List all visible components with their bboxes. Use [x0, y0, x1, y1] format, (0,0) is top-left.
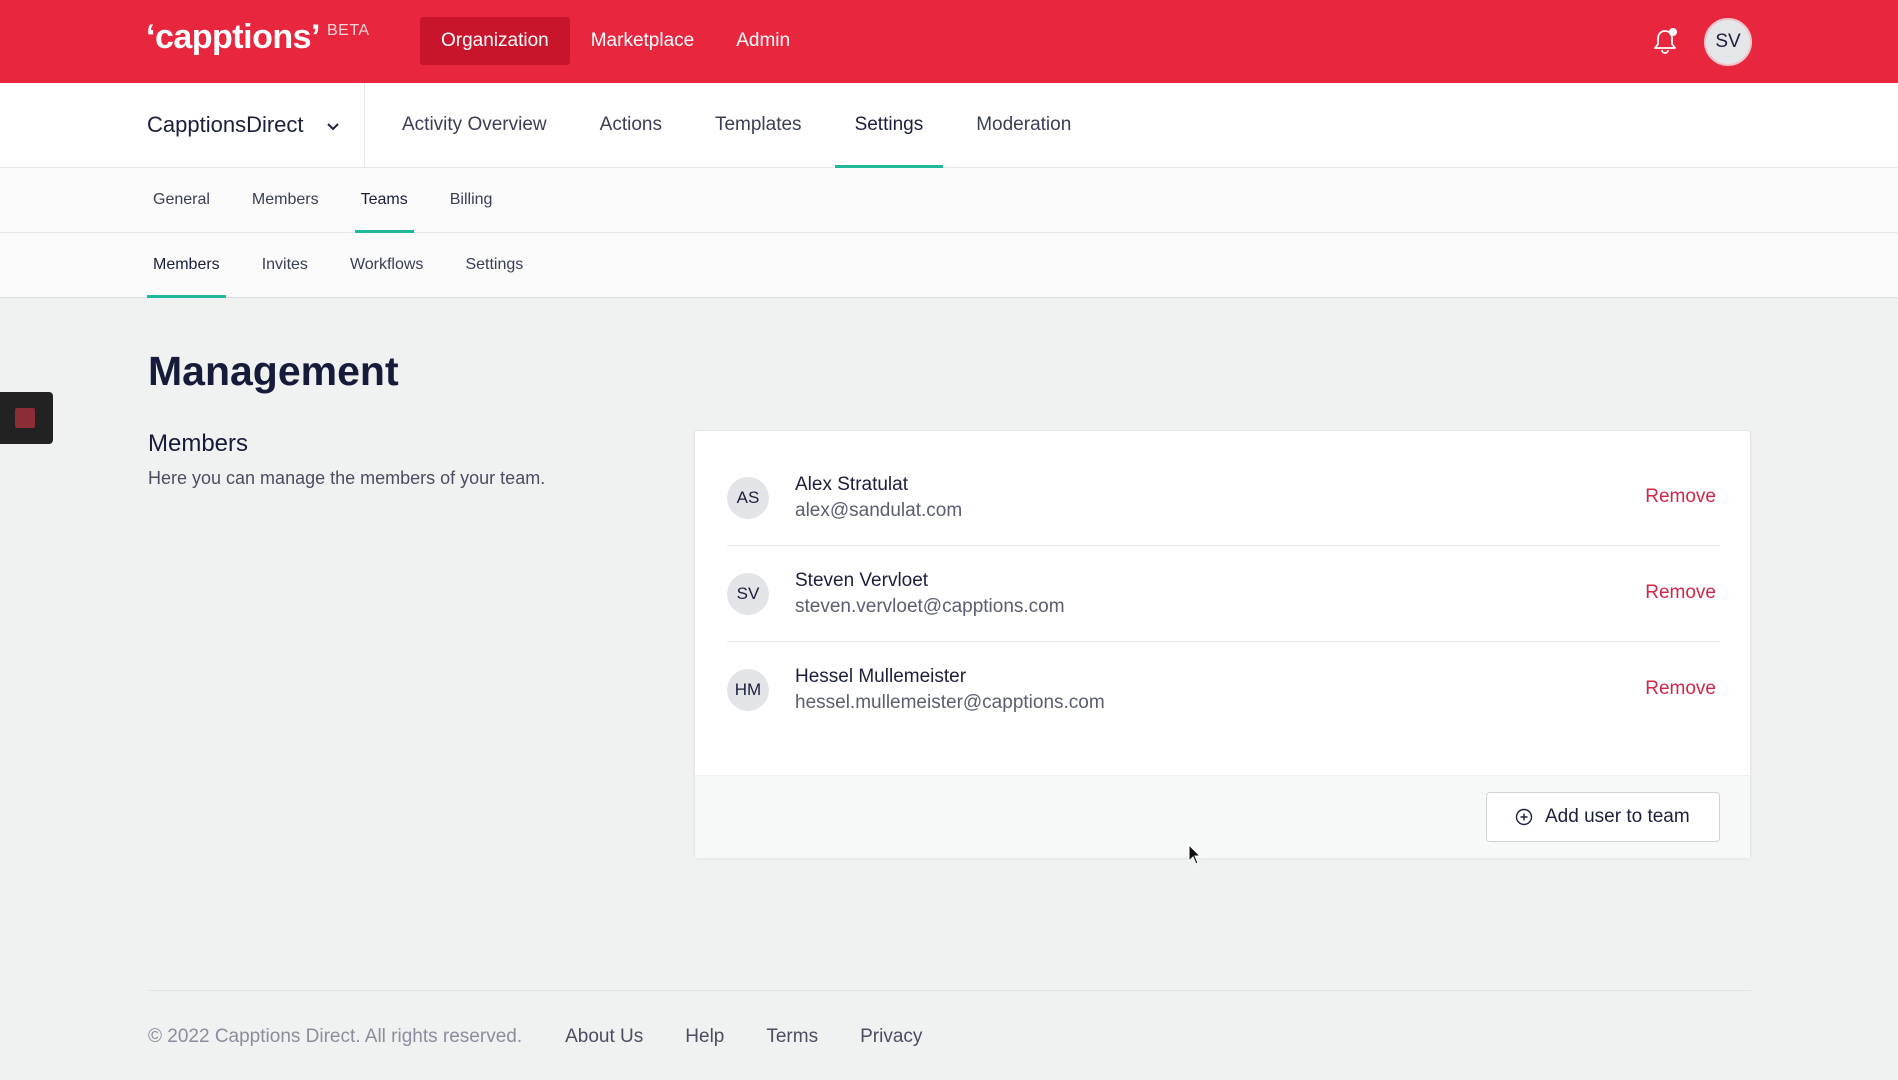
mouse-cursor-icon	[1188, 843, 1202, 871]
bell-icon[interactable]	[1652, 27, 1678, 55]
remove-member-button[interactable]: Remove	[1645, 582, 1716, 604]
nav-templates[interactable]: Templates	[695, 83, 822, 167]
footer-link-about[interactable]: About Us	[565, 1026, 643, 1048]
team-tabs: Members Invites Workflows Settings	[147, 233, 559, 298]
nav-actions[interactable]: Actions	[580, 83, 682, 167]
tab-general[interactable]: General	[147, 168, 216, 232]
footer-link-help[interactable]: Help	[685, 1026, 724, 1048]
user-avatar[interactable]: SV	[1704, 18, 1752, 66]
org-name: CapptionsDirect	[147, 112, 304, 137]
section-description: Here you can manage the members of your …	[148, 468, 546, 488]
add-user-to-team-button[interactable]: Add user to team	[1486, 792, 1720, 842]
remove-member-button[interactable]: Remove	[1645, 678, 1716, 700]
page-title: Management	[148, 348, 399, 394]
org-bar: CapptionsDirect Activity Overview Action…	[0, 83, 1898, 168]
tab-billing[interactable]: Billing	[444, 168, 499, 232]
footer-divider	[148, 990, 1751, 991]
member-email: alex@sandulat.com	[795, 500, 963, 521]
top-nav: Organization Marketplace Admin	[420, 17, 811, 65]
org-selector[interactable]: CapptionsDirect	[147, 83, 365, 167]
nav-activity-overview[interactable]: Activity Overview	[382, 83, 567, 167]
member-avatar: SV	[727, 573, 769, 615]
card-footer: Add user to team	[695, 775, 1750, 858]
member-row: SV Steven Vervloet steven.vervloet@cappt…	[727, 546, 1720, 642]
footer-link-terms[interactable]: Terms	[766, 1026, 818, 1048]
member-name: Alex Stratulat	[795, 474, 908, 495]
footer-link-privacy[interactable]: Privacy	[860, 1026, 922, 1048]
member-email: steven.vervloet@capptions.com	[795, 596, 1065, 617]
stop-icon	[15, 408, 35, 428]
tab-team-members[interactable]: Members	[147, 233, 226, 298]
member-name: Hessel Mullemeister	[795, 666, 967, 687]
beta-badge: BETA	[327, 22, 370, 39]
nav-moderation[interactable]: Moderation	[956, 83, 1091, 167]
section-title: Members	[148, 430, 249, 457]
tab-team-settings[interactable]: Settings	[459, 233, 529, 297]
add-user-label: Add user to team	[1545, 806, 1690, 827]
member-email: hessel.mullemeister@capptions.com	[795, 692, 1105, 713]
side-widget[interactable]	[0, 392, 53, 444]
chevron-down-icon	[325, 115, 341, 141]
tab-team-invites[interactable]: Invites	[256, 233, 314, 297]
tab-members[interactable]: Members	[246, 168, 325, 232]
top-nav-admin[interactable]: Admin	[715, 17, 811, 65]
footer: © 2022 Capptions Direct. All rights rese…	[148, 1026, 964, 1048]
settings-tabs-bar: General Members Teams Billing	[0, 168, 1898, 233]
org-nav: Activity Overview Actions Templates Sett…	[382, 83, 1104, 168]
team-tabs-bar: Members Invites Workflows Settings	[0, 233, 1898, 298]
top-nav-organization[interactable]: Organization	[420, 17, 570, 65]
tab-teams[interactable]: Teams	[354, 168, 414, 233]
nav-settings[interactable]: Settings	[834, 83, 944, 168]
copyright: © 2022 Capptions Direct. All rights rese…	[148, 1026, 523, 1047]
tab-team-workflows[interactable]: Workflows	[344, 233, 430, 297]
member-row: AS Alex Stratulat alex@sandulat.com Remo…	[727, 450, 1720, 546]
member-avatar: HM	[727, 669, 769, 711]
member-avatar: AS	[727, 477, 769, 519]
top-bar: ‘capptions’ BETA Organization Marketplac…	[0, 0, 1898, 83]
settings-tabs: General Members Teams Billing	[147, 168, 528, 233]
members-card: AS Alex Stratulat alex@sandulat.com Remo…	[694, 430, 1751, 858]
plus-circle-icon	[1515, 808, 1533, 826]
member-name: Steven Vervloet	[795, 570, 929, 591]
app-logo[interactable]: ‘capptions’	[146, 18, 320, 57]
remove-member-button[interactable]: Remove	[1645, 486, 1716, 508]
member-row: HM Hessel Mullemeister hessel.mullemeist…	[727, 642, 1720, 738]
top-nav-marketplace[interactable]: Marketplace	[570, 17, 716, 65]
